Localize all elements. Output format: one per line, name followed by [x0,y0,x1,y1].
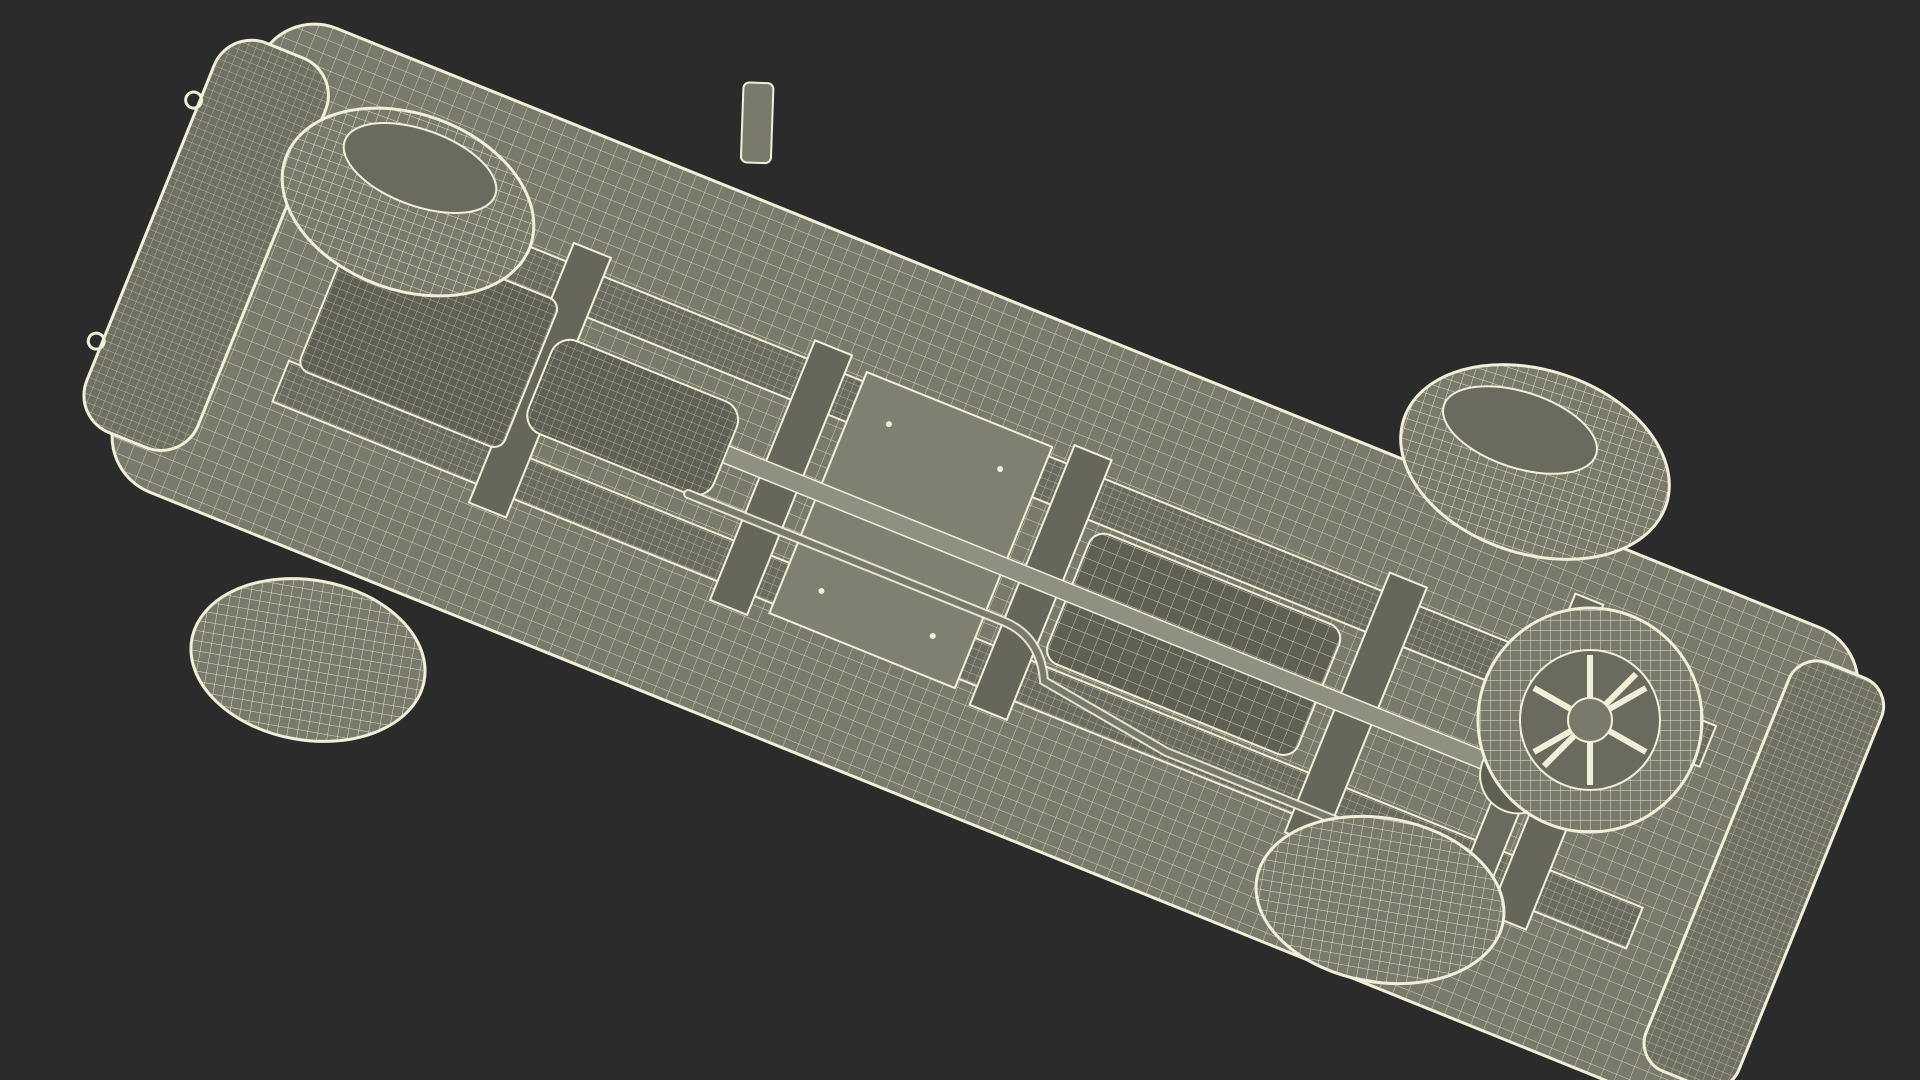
spare-wheel [1476,606,1704,834]
wireframe-scene [0,0,1920,1080]
render-viewport [0,0,1920,1080]
side-mirror [739,81,775,165]
